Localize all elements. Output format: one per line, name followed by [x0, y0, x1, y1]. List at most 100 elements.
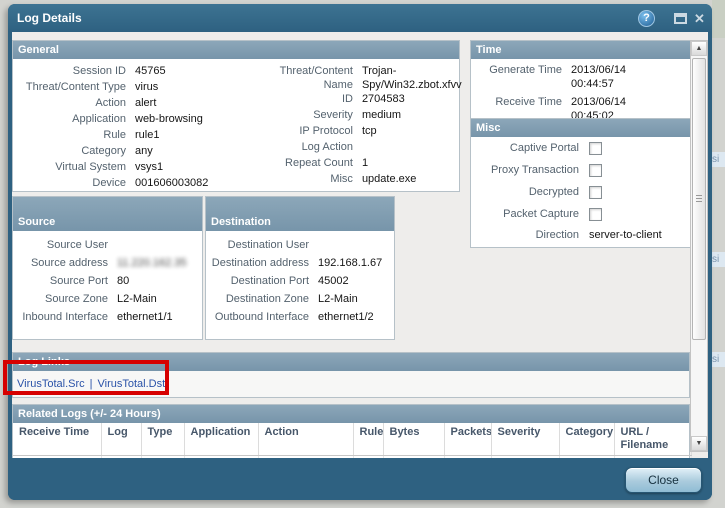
- field-label: Packet Capture: [471, 208, 589, 220]
- field-row: Severitymedium: [250, 108, 459, 124]
- scrollbar-thumb[interactable]: [692, 58, 706, 340]
- field-label: Misc: [250, 172, 362, 188]
- maximize-icon[interactable]: [672, 10, 689, 27]
- decrypted-checkbox[interactable]: [589, 186, 602, 199]
- field-label: Threat/Content Name: [250, 64, 362, 92]
- virustotal-src-link[interactable]: VirusTotal.Src: [17, 378, 85, 390]
- field-row: Rulerule1: [13, 128, 250, 144]
- virustotal-dst-link[interactable]: VirusTotal.Dst: [98, 378, 166, 390]
- field-label: Captive Portal: [471, 142, 589, 154]
- field-row: Source address11.220.162.35: [13, 255, 202, 273]
- field-label: Source User: [13, 237, 117, 255]
- column-header: Type: [141, 423, 184, 456]
- field-label: Destination Zone: [206, 291, 318, 309]
- field-value: rule1: [135, 128, 159, 144]
- field-label: Repeat Count: [250, 156, 362, 172]
- packet-capture-checkbox[interactable]: [589, 208, 602, 221]
- background-text-fragment: si: [712, 352, 725, 367]
- source-panel: Source Source User Source address11.220.…: [12, 196, 203, 340]
- scrollbar-track[interactable]: [691, 56, 707, 436]
- field-label: Category: [13, 144, 135, 160]
- captive-portal-row: Captive Portal: [471, 137, 691, 159]
- field-label: Log Action: [250, 140, 362, 156]
- field-value: 2013/06/14 00:44:57: [571, 63, 663, 91]
- page: si si si Log Details ? ✕ General Session…: [0, 0, 725, 508]
- field-label: Threat/Content Type: [13, 80, 135, 96]
- field-value: 2704583: [362, 92, 458, 108]
- field-row: IP Protocoltcp: [250, 124, 459, 140]
- misc-header: Misc: [471, 119, 691, 137]
- time-header: Time: [471, 41, 691, 59]
- field-label: Outbound Interface: [206, 309, 318, 327]
- field-value: web-browsing: [135, 112, 203, 128]
- field-row: Destination User: [206, 237, 394, 255]
- direction-row: Direction server-to-client: [471, 225, 691, 245]
- field-row: Categoryany: [13, 144, 250, 160]
- field-row: Log Action: [250, 140, 459, 156]
- field-value: 80: [117, 273, 129, 291]
- close-icon[interactable]: ✕: [691, 10, 708, 27]
- field-label: Rule: [13, 128, 135, 144]
- proxy-transaction-checkbox[interactable]: [589, 164, 602, 177]
- field-row: Destination ZoneL2-Main: [206, 291, 394, 309]
- field-row: Source Port80: [13, 273, 202, 291]
- scrollbar-up-button[interactable]: ▲: [691, 41, 707, 56]
- field-label: Destination address: [206, 255, 318, 273]
- field-value: ethernet1/2: [318, 309, 374, 327]
- captive-portal-checkbox[interactable]: [589, 142, 602, 155]
- source-header: Source: [13, 197, 202, 231]
- time-panel: Time Generate Time2013/06/14 00:44:57 Re…: [470, 40, 692, 120]
- help-icon[interactable]: ?: [638, 10, 655, 27]
- field-row: Repeat Count1: [250, 156, 459, 172]
- dialog-title: Log Details: [17, 11, 82, 25]
- field-value: alert: [135, 96, 156, 112]
- field-label: Application: [13, 112, 135, 128]
- field-value: Trojan-Spy/Win32.zbot.xfvv: [362, 64, 458, 92]
- field-row: Device001606003082: [13, 176, 250, 192]
- destination-panel: Destination Destination User Destination…: [205, 196, 395, 340]
- link-separator: |: [90, 378, 93, 390]
- field-label: Destination Port: [206, 273, 318, 291]
- field-row: Threat/Content Typevirus: [13, 80, 250, 96]
- dialog-titlebar[interactable]: Log Details ? ✕: [8, 4, 712, 32]
- scrollbar-thumb-grip-icon: [696, 195, 702, 203]
- field-label: Severity: [250, 108, 362, 124]
- log-links-body: VirusTotal.Src | VirusTotal.Dst: [13, 371, 689, 397]
- field-value: vsys1: [135, 160, 163, 176]
- misc-panel: Misc Captive Portal Proxy Transaction De…: [470, 118, 692, 248]
- field-label: IP Protocol: [250, 124, 362, 140]
- field-row: Destination Port45002: [206, 273, 394, 291]
- vertical-scrollbar[interactable]: ▲ ▼: [690, 40, 708, 452]
- decrypted-row: Decrypted: [471, 181, 691, 203]
- background-text-fragment: si: [712, 152, 725, 167]
- field-row: Source User: [13, 237, 202, 255]
- source-body: Source User Source address11.220.162.35 …: [13, 231, 202, 327]
- table-header-row: Receive Time Log Type Application Action…: [13, 423, 691, 456]
- field-label: Direction: [471, 229, 589, 241]
- close-button[interactable]: Close: [625, 467, 702, 493]
- related-logs-table: Receive Time Log Type Application Action…: [13, 423, 692, 458]
- background-text-fragment: si: [712, 252, 725, 267]
- field-value: server-to-client: [589, 229, 662, 241]
- general-panel: General Session ID45765 Threat/Content T…: [12, 40, 460, 192]
- field-label: Destination User: [206, 237, 318, 255]
- field-row: Destination address192.168.1.67: [206, 255, 394, 273]
- proxy-transaction-row: Proxy Transaction: [471, 159, 691, 181]
- destination-body: Destination User Destination address192.…: [206, 231, 394, 327]
- field-row: Actionalert: [13, 96, 250, 112]
- field-row: Miscupdate.exe: [250, 172, 459, 188]
- related-logs-header: Related Logs (+/- 24 Hours): [13, 405, 689, 423]
- field-value: L2-Main: [318, 291, 358, 309]
- scrollbar-down-button[interactable]: ▼: [691, 436, 707, 451]
- field-label: Source Port: [13, 273, 117, 291]
- destination-header: Destination: [206, 197, 394, 231]
- field-value: any: [135, 144, 153, 160]
- related-logs-panel: Related Logs (+/- 24 Hours) Receive Time…: [12, 404, 690, 458]
- field-row: Source ZoneL2-Main: [13, 291, 202, 309]
- maximize-icon-box: [674, 13, 687, 24]
- column-header: Receive Time: [13, 423, 101, 456]
- field-value: tcp: [362, 124, 458, 140]
- field-value: virus: [135, 80, 158, 96]
- dialog-body: General Session ID45765 Threat/Content T…: [12, 32, 708, 458]
- field-label: Generate Time: [471, 63, 571, 91]
